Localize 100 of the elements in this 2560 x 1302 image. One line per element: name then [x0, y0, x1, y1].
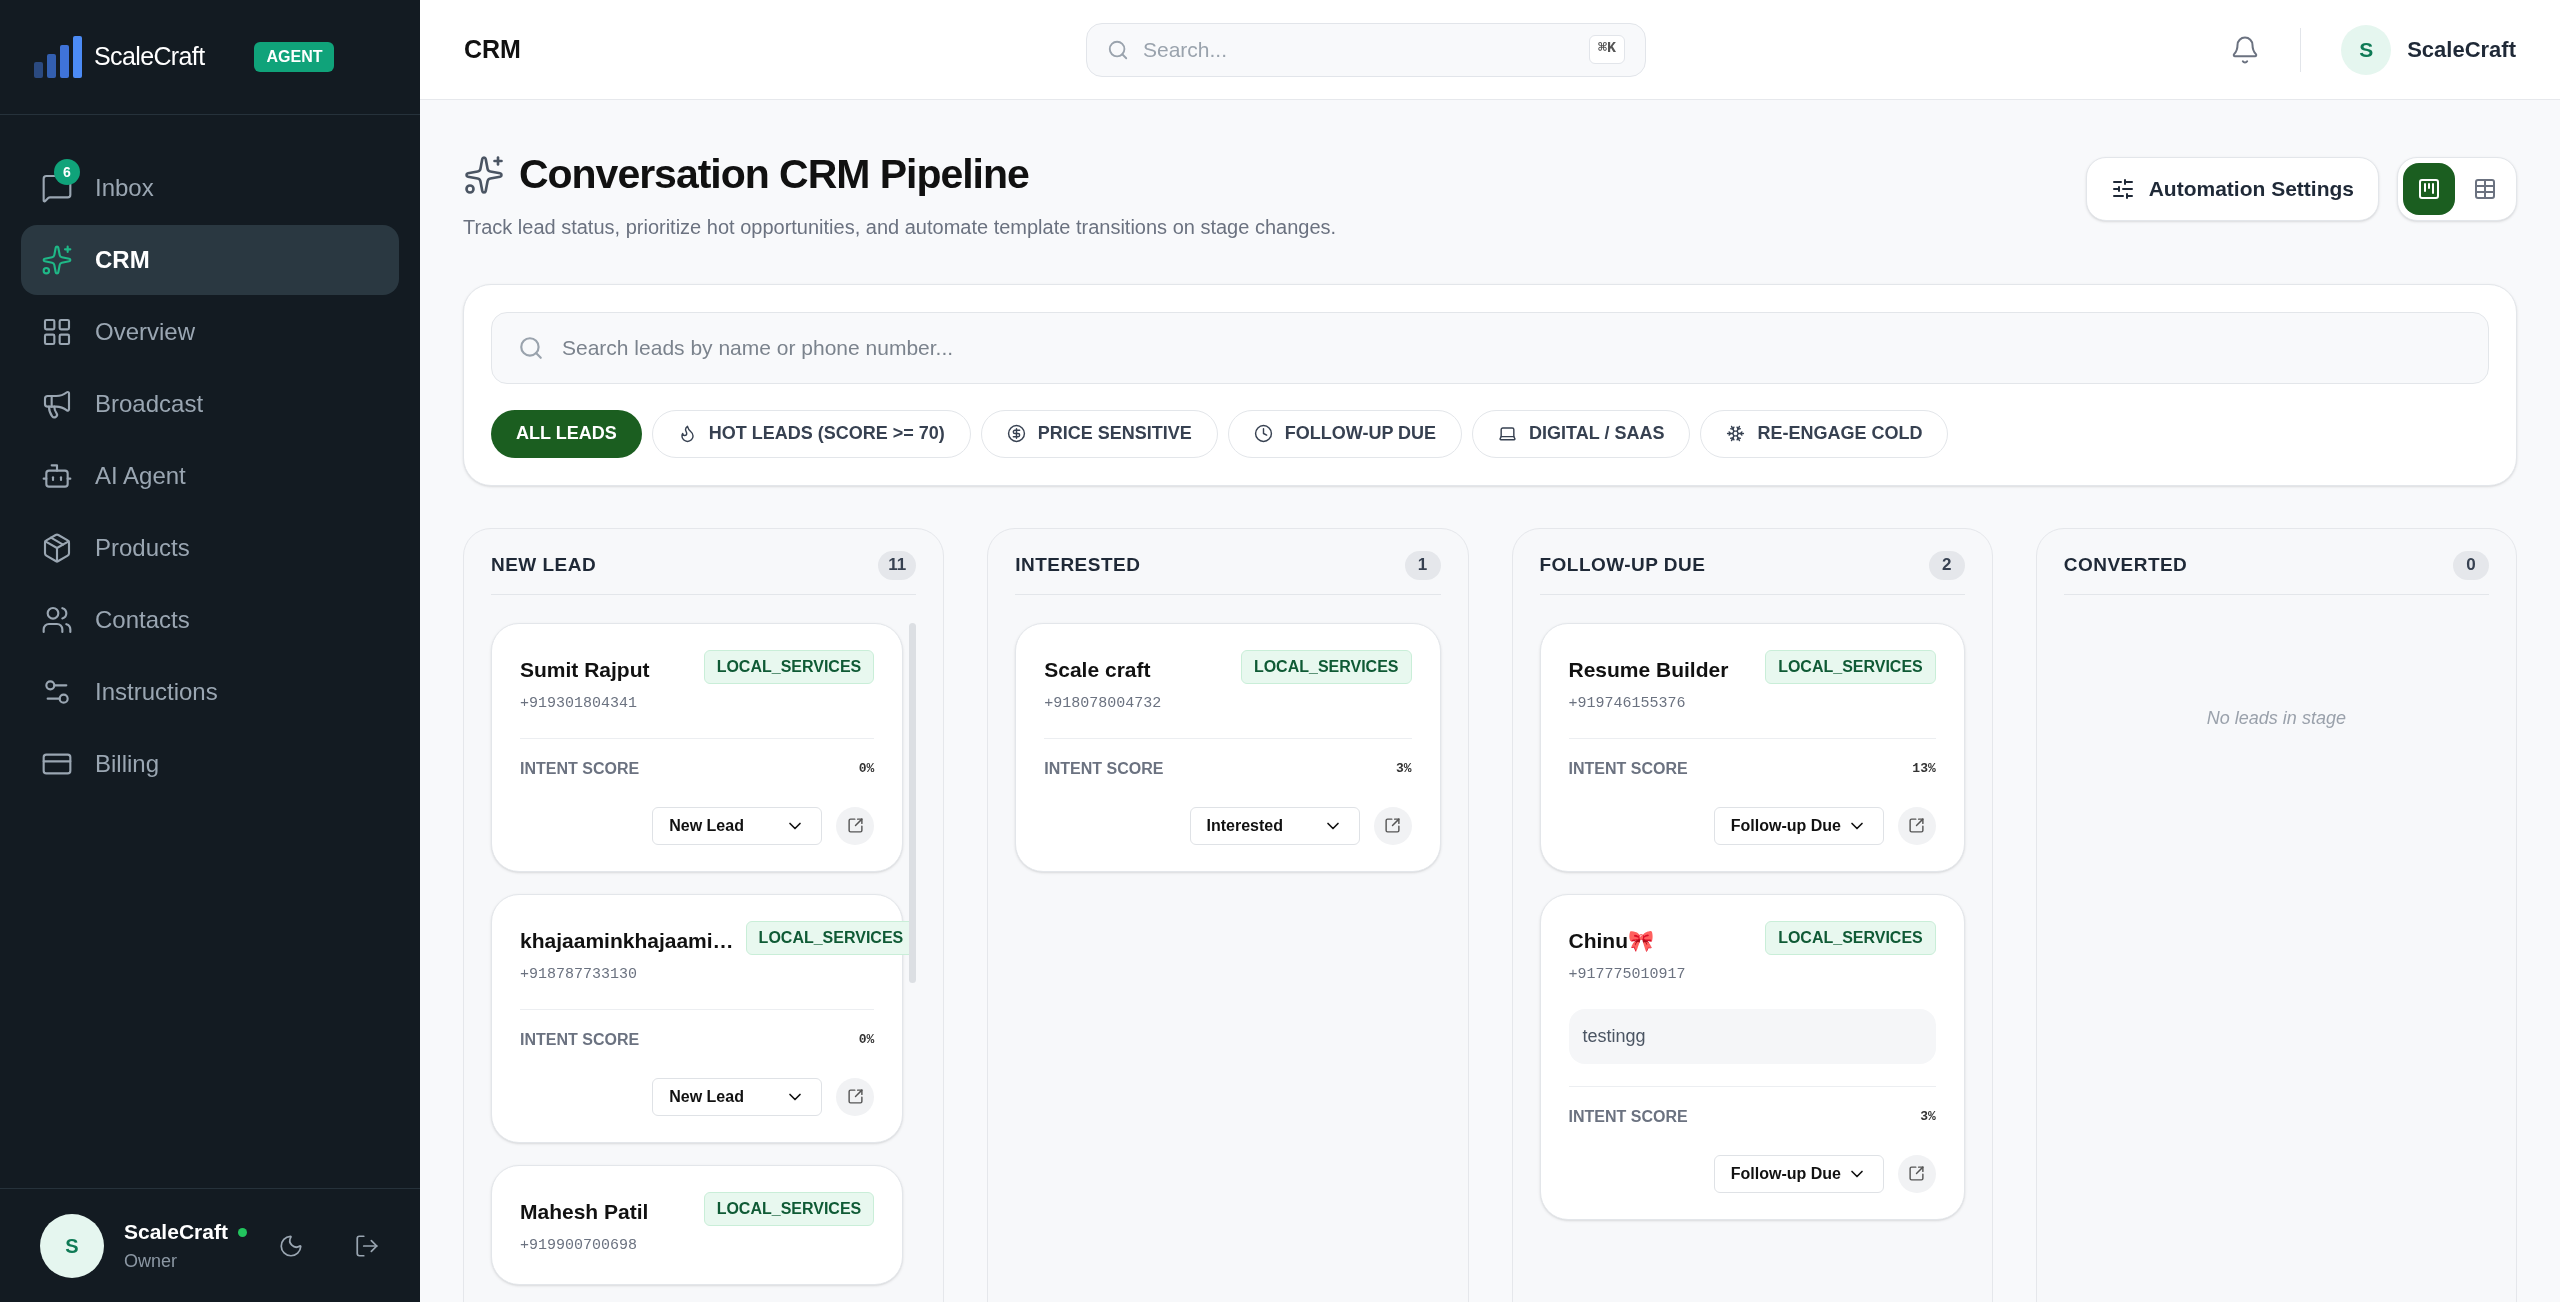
- score-value: 0%: [858, 759, 875, 778]
- nav-item[interactable]: CRM: [21, 225, 399, 295]
- user-name: ScaleCraft: [124, 1219, 228, 1246]
- nav-item[interactable]: AI Agent: [21, 441, 399, 511]
- open-button[interactable]: [836, 1077, 875, 1116]
- category-tag: LOCAL_SERVICES: [1765, 920, 1936, 955]
- open-button[interactable]: [836, 806, 875, 845]
- category-tag: LOCAL_SERVICES: [1240, 649, 1412, 684]
- lead-name: khajaaminkhajaami…: [520, 927, 734, 954]
- score-label: INTENT SCORE: [1568, 1106, 1688, 1127]
- stage-select[interactable]: New Lead: [652, 1077, 823, 1116]
- category-tag: LOCAL_SERVICES: [1765, 649, 1936, 684]
- score-label: INTENT SCORE: [1568, 758, 1688, 779]
- scrollbar[interactable]: [909, 622, 917, 983]
- search-field[interactable]: Search... ⌘K: [1086, 22, 1646, 77]
- lead-name: Resume Builder: [1568, 656, 1729, 683]
- filter-chip[interactable]: RE-ENGAGE COLD: [1700, 409, 1949, 458]
- logo-icon: [34, 36, 84, 78]
- search-placeholder: Search leads by name or phone number...: [562, 334, 954, 361]
- automation-settings-button[interactable]: Automation Settings: [2085, 157, 2379, 221]
- sliders-icon: [2110, 177, 2135, 201]
- lead-phone: +919746155376: [1568, 694, 1687, 714]
- nav-item[interactable]: Billing: [21, 729, 399, 799]
- count-badge: 11: [878, 550, 917, 580]
- avatar: S: [2341, 24, 2392, 75]
- score-value: 13%: [1912, 759, 1936, 778]
- megaphone-icon: [41, 388, 73, 420]
- category-tag: LOCAL_SERVICES: [703, 1191, 875, 1226]
- filter-chip[interactable]: ALL LEADS: [491, 409, 642, 458]
- score-label: INTENT SCORE: [520, 758, 640, 779]
- avatar: S: [40, 1213, 104, 1278]
- count-badge: 2: [1928, 550, 1965, 580]
- lead-name: Mahesh Patil: [520, 1198, 649, 1225]
- external-link-icon: [1908, 817, 1926, 834]
- external-link-icon: [1384, 817, 1401, 834]
- brand-name: ScaleCraft: [94, 41, 205, 73]
- lead-card[interactable]: Resume Builder LOCAL_SERVICES +919746155376 INTENT SCORE 13% Follow-up Due: [1539, 622, 1965, 872]
- column-title: INTERESTED: [1015, 552, 1141, 577]
- user-name: ScaleCraft: [2407, 36, 2516, 64]
- clock-icon: [1253, 424, 1273, 443]
- lead-card[interactable]: Scale craft LOCAL_SERVICES +918078004732 INTENT SCORE 3% Interested: [1015, 622, 1441, 872]
- column-title: CONVERTED: [2063, 552, 2188, 577]
- filter-chip[interactable]: FOLLOW-UP DUE: [1227, 409, 1463, 458]
- lead-name: Sumit Rajput: [520, 656, 650, 683]
- score-label: INTENT SCORE: [520, 1029, 640, 1050]
- external-link-icon: [1908, 1165, 1926, 1182]
- category-tag: LOCAL_SERVICES: [703, 649, 875, 684]
- nav-item[interactable]: Contacts: [21, 585, 399, 655]
- sparkles-icon: [463, 153, 505, 196]
- lead-search-field[interactable]: Search leads by name or phone number...: [491, 311, 2489, 384]
- filter-chip[interactable]: PRICE SENSITIVE: [980, 409, 1218, 458]
- stage-select[interactable]: Interested: [1189, 806, 1360, 845]
- nav-item[interactable]: Broadcast: [21, 369, 399, 439]
- board-view-button[interactable]: [2403, 163, 2455, 215]
- empty-message: No leads in stage: [2205, 706, 2347, 730]
- lead-phone: +918078004732: [1044, 694, 1163, 714]
- grid-icon: [41, 316, 73, 348]
- laptop-icon: [1498, 424, 1518, 443]
- lead-card[interactable]: Mahesh Patil LOCAL_SERVICES +919900700698: [491, 1164, 904, 1285]
- dollar-icon: [1006, 424, 1026, 443]
- moon-icon[interactable]: [278, 1232, 304, 1259]
- search-icon: [1107, 38, 1129, 61]
- open-button[interactable]: [1373, 806, 1412, 845]
- lead-note: testingg: [1568, 1008, 1936, 1064]
- nav-item[interactable]: Instructions: [21, 657, 399, 727]
- search-placeholder: Search...: [1143, 36, 1228, 63]
- lead-card[interactable]: Chinu🎀 LOCAL_SERVICES +917775010917 testingg INTENT SCORE 3% Follow-up Due: [1539, 893, 1965, 1220]
- filter-chip[interactable]: HOT LEADS (SCORE >= 70): [651, 409, 971, 458]
- lead-phone: +919301804341: [520, 694, 639, 714]
- search-icon: [518, 334, 544, 361]
- external-link-icon: [846, 1088, 864, 1105]
- users-icon: [41, 604, 73, 636]
- stage-select[interactable]: New Lead: [652, 806, 823, 845]
- lead-card[interactable]: Sumit Rajput LOCAL_SERVICES +919301804341 INTENT SCORE 0% New Lead: [491, 622, 904, 872]
- score-label: INTENT SCORE: [1044, 758, 1164, 779]
- open-button[interactable]: [1897, 1154, 1936, 1193]
- page-subtitle: Track lead status, prioritize hot opportunities, and automate template transitions on stage changes.: [463, 214, 1337, 240]
- stage-select[interactable]: Follow-up Due: [1713, 1154, 1884, 1193]
- page-heading: CRM: [464, 33, 522, 65]
- count-badge: 1: [1404, 550, 1441, 580]
- nav-item[interactable]: Products: [21, 513, 399, 583]
- column-title: NEW LEAD: [491, 552, 597, 577]
- user-role: Owner: [124, 1249, 178, 1273]
- lead-phone: +918787733130: [520, 965, 639, 985]
- table-icon: [2473, 177, 2497, 201]
- logout-icon[interactable]: [354, 1232, 380, 1259]
- stage-select[interactable]: Follow-up Due: [1713, 806, 1884, 845]
- lead-phone: +917775010917: [1568, 965, 1687, 985]
- page-title: Conversation CRM Pipeline: [519, 150, 1029, 199]
- filter-chip[interactable]: DIGITAL / SAAS: [1472, 409, 1691, 458]
- nav-item[interactable]: Inbox 6: [21, 153, 399, 223]
- lead-name: Chinu🎀: [1568, 927, 1654, 954]
- box-icon: [41, 532, 73, 564]
- unread-count: 6: [54, 159, 80, 185]
- open-button[interactable]: [1897, 806, 1936, 845]
- score-value: 3%: [1395, 759, 1412, 778]
- nav-item[interactable]: Overview: [21, 297, 399, 367]
- external-link-icon: [846, 817, 864, 834]
- agent-badge: AGENT: [254, 42, 335, 72]
- snowflake-icon: [1726, 424, 1746, 443]
